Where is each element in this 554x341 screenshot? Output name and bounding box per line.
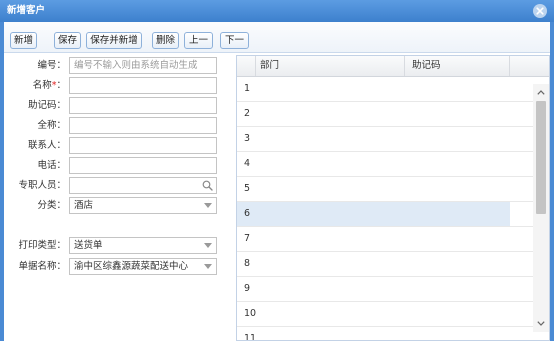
dialog-content: 新增 保存 保存并新增 删除 上一 下一 编号： 名称*： 助记码： 全称： 联… — [4, 22, 550, 341]
code-cell[interactable] — [405, 302, 510, 326]
print-type-value: 送货单 — [74, 240, 103, 251]
row-number: 3 — [244, 133, 251, 144]
dept-cell[interactable] — [256, 302, 405, 326]
doc-name-select[interactable]: 渝中区综鑫源蔬菜配送中心 — [69, 258, 217, 275]
dept-column-header[interactable]: 部门 — [256, 56, 405, 76]
department-grid: 部门 助记码 1 2 3 4 5 6 7 8 9 10 11 — [236, 55, 550, 341]
row-number: 1 — [244, 83, 251, 94]
row-number: 2 — [244, 108, 251, 119]
staff-input[interactable] — [69, 177, 217, 194]
grid-row[interactable]: 2 — [237, 102, 533, 127]
code-cell[interactable] — [405, 202, 510, 226]
save-and-new-button[interactable]: 保存并新增 — [86, 32, 142, 49]
row-number-header — [237, 56, 256, 76]
name-input[interactable] — [69, 77, 217, 94]
title-bar[interactable]: 新增客户 — [0, 0, 554, 22]
grid-row[interactable]: 6 — [237, 202, 533, 227]
grid-row[interactable]: 8 — [237, 252, 533, 277]
row-number: 6 — [237, 202, 256, 226]
staff-field — [69, 177, 217, 194]
save-button[interactable]: 保存 — [54, 32, 81, 49]
grid-row[interactable]: 10 — [237, 302, 533, 327]
code-cell[interactable] — [405, 252, 510, 276]
dept-cell[interactable] — [256, 277, 405, 301]
dept-cell[interactable] — [256, 152, 405, 176]
chevron-down-icon[interactable] — [204, 203, 212, 208]
row-number: 8 — [244, 258, 251, 269]
close-button[interactable] — [533, 4, 547, 18]
full-name-label: 全称： — [37, 120, 66, 131]
row-number: 5 — [244, 183, 251, 194]
category-label: 分类： — [37, 200, 66, 211]
next-button[interactable]: 下一 — [220, 32, 249, 49]
staff-label: 专职人员： — [18, 180, 66, 191]
new-button[interactable]: 新增 — [10, 32, 37, 49]
dept-cell[interactable] — [256, 127, 405, 151]
previous-button[interactable]: 上一 — [184, 32, 213, 49]
chevron-up-icon[interactable] — [537, 90, 545, 95]
scroll-down-button[interactable] — [533, 315, 549, 332]
dept-cell[interactable] — [256, 252, 405, 276]
chevron-down-icon[interactable] — [204, 243, 212, 248]
name-label-text: 名称 — [32, 80, 52, 91]
code-cell[interactable] — [405, 102, 510, 126]
category-select[interactable]: 酒店 — [69, 197, 217, 214]
code-cell[interactable] — [405, 152, 510, 176]
grid-row[interactable]: 1 — [237, 77, 533, 102]
doc-name-value: 渝中区综鑫源蔬菜配送中心 — [74, 261, 189, 272]
delete-button[interactable]: 删除 — [152, 32, 179, 49]
row-number: 10 — [244, 308, 257, 319]
full-name-input[interactable] — [69, 117, 217, 134]
code-column-header[interactable]: 助记码 — [405, 56, 510, 76]
row-number: 11 — [244, 333, 257, 341]
contact-label: 联系人： — [27, 140, 66, 151]
row-number: 7 — [244, 233, 251, 244]
grid-row[interactable]: 4 — [237, 152, 533, 177]
dept-cell[interactable] — [256, 177, 405, 201]
chevron-down-icon[interactable] — [537, 321, 545, 326]
grid-row[interactable]: 3 — [237, 127, 533, 152]
code-label: 编号： — [37, 60, 66, 71]
grid-row[interactable]: 11 — [237, 327, 533, 341]
grid-header: 部门 助记码 — [237, 56, 549, 77]
window-title: 新增客户 — [7, 5, 46, 16]
dept-cell[interactable] — [256, 102, 405, 126]
dept-cell[interactable] — [256, 227, 405, 251]
grid-row[interactable]: 7 — [237, 227, 533, 252]
code-cell[interactable] — [405, 327, 510, 340]
contact-input[interactable] — [69, 137, 217, 154]
name-label: 名称*： — [4, 77, 66, 94]
vertical-scrollbar[interactable] — [533, 84, 549, 332]
code-cell[interactable] — [405, 77, 510, 101]
print-type-label: 打印类型： — [18, 240, 66, 251]
code-cell[interactable] — [405, 227, 510, 251]
print-type-select[interactable]: 送货单 — [69, 237, 217, 254]
phone-label: 电话： — [37, 160, 66, 171]
code-cell[interactable] — [405, 177, 510, 201]
dept-cell[interactable] — [256, 77, 405, 101]
category-value: 酒店 — [74, 200, 94, 211]
phone-input[interactable] — [69, 157, 217, 174]
mnemonic-label: 助记码： — [27, 100, 66, 111]
code-cell[interactable] — [405, 277, 510, 301]
dept-cell[interactable] — [256, 327, 405, 340]
row-number: 4 — [244, 158, 251, 169]
code-cell[interactable] — [405, 127, 510, 151]
code-input[interactable] — [69, 57, 217, 74]
dept-cell[interactable] — [256, 202, 405, 226]
close-icon[interactable] — [533, 4, 547, 18]
name-label-colon: ： — [56, 80, 66, 91]
chevron-down-icon[interactable] — [204, 264, 212, 269]
scroll-thumb[interactable] — [536, 101, 546, 214]
dialog-window: 新增客户 新增 保存 保存并新增 删除 上一 下一 编号： 名称*： 助记码： — [0, 0, 554, 341]
mnemonic-input[interactable] — [69, 97, 217, 114]
scroll-up-button[interactable] — [533, 84, 549, 101]
row-number: 9 — [244, 283, 251, 294]
toolbar: 新增 保存 保存并新增 删除 上一 下一 — [4, 22, 550, 53]
grid-row[interactable]: 9 — [237, 277, 533, 302]
doc-name-label: 单据名称： — [18, 261, 66, 272]
grid-row[interactable]: 5 — [237, 177, 533, 202]
search-icon[interactable] — [202, 180, 213, 191]
